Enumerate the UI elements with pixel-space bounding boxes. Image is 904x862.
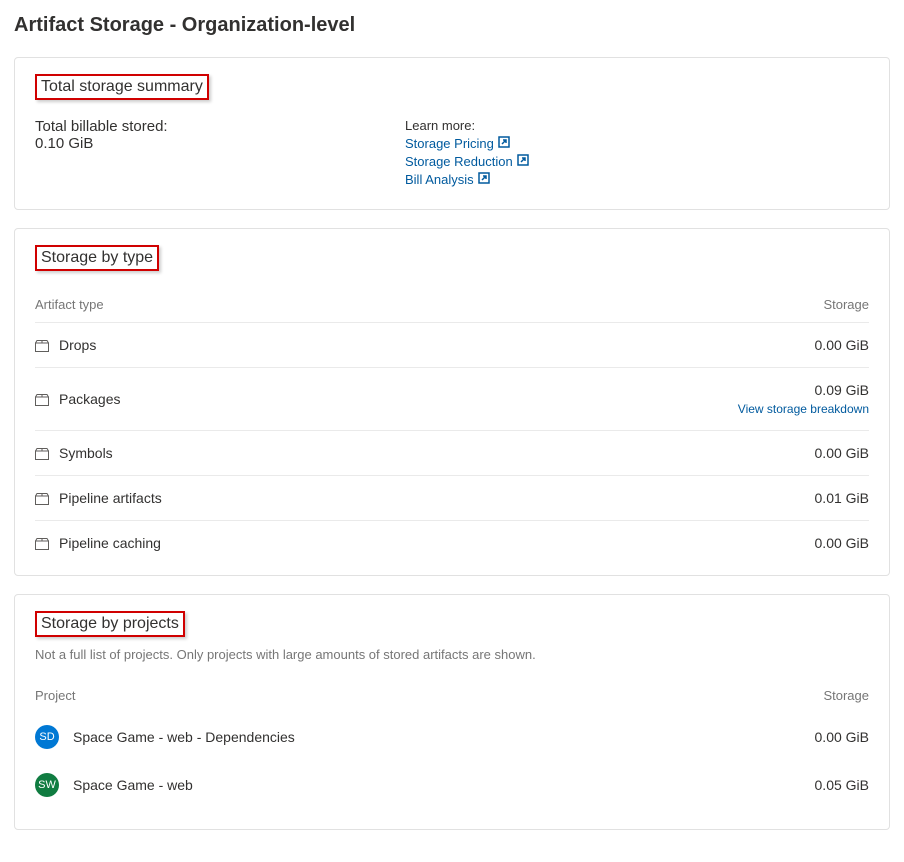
- package-icon: [35, 339, 49, 351]
- learn-more-label: Learn more:: [405, 118, 529, 133]
- storage-reduction-link[interactable]: Storage Reduction: [405, 154, 529, 169]
- external-link-icon: [498, 136, 510, 151]
- type-row: Packages0.09 GiB View storage breakdown: [35, 367, 869, 430]
- project-value: 0.05 GiB: [815, 777, 869, 793]
- package-icon: [35, 537, 49, 549]
- view-breakdown-link[interactable]: View storage breakdown: [738, 402, 869, 416]
- type-row-value: 0.00 GiB: [815, 337, 869, 353]
- project-avatar: SD: [35, 725, 59, 749]
- summary-title: Total storage summary: [35, 74, 209, 100]
- project-name: Space Game - web - Dependencies: [73, 729, 815, 745]
- projects-note: Not a full list of projects. Only projec…: [35, 647, 869, 662]
- project-row: SW Space Game - web0.05 GiB: [35, 761, 869, 809]
- type-row-value: 0.00 GiB: [815, 535, 869, 551]
- type-row-name: Pipeline caching: [59, 535, 815, 551]
- type-row: Pipeline caching0.00 GiB: [35, 520, 869, 555]
- link-text: Bill Analysis: [405, 172, 474, 187]
- col-artifact-type: Artifact type: [35, 297, 104, 312]
- by-type-title: Storage by type: [35, 245, 159, 271]
- project-row: SD Space Game - web - Dependencies0.00 Gi…: [35, 713, 869, 761]
- project-avatar: SW: [35, 773, 59, 797]
- type-row-value: 0.00 GiB: [815, 445, 869, 461]
- billable-value: 0.10 GiB: [35, 135, 405, 152]
- summary-card: Total storage summary Total billable sto…: [14, 57, 890, 210]
- storage-pricing-link[interactable]: Storage Pricing: [405, 136, 510, 151]
- package-icon: [35, 393, 49, 405]
- by-projects-title: Storage by projects: [35, 611, 185, 637]
- type-row-value: 0.09 GiB: [738, 382, 869, 398]
- billable-label: Total billable stored:: [35, 118, 405, 135]
- bill-analysis-link[interactable]: Bill Analysis: [405, 172, 490, 187]
- type-row-value: 0.01 GiB: [815, 490, 869, 506]
- by-type-card: Storage by type Artifact type Storage Dr…: [14, 228, 890, 576]
- type-row-name: Symbols: [59, 445, 815, 461]
- type-row-name: Drops: [59, 337, 815, 353]
- type-row: Drops0.00 GiB: [35, 322, 869, 367]
- package-icon: [35, 492, 49, 504]
- external-link-icon: [478, 172, 490, 187]
- type-row: Symbols0.00 GiB: [35, 430, 869, 475]
- link-text: Storage Reduction: [405, 154, 513, 169]
- link-text: Storage Pricing: [405, 136, 494, 151]
- col-project: Project: [35, 688, 75, 703]
- project-name: Space Game - web: [73, 777, 815, 793]
- type-row: Pipeline artifacts0.01 GiB: [35, 475, 869, 520]
- external-link-icon: [517, 154, 529, 169]
- col-storage: Storage: [823, 297, 869, 312]
- type-row-name: Pipeline artifacts: [59, 490, 815, 506]
- by-projects-card: Storage by projects Not a full list of p…: [14, 594, 890, 830]
- col-storage: Storage: [823, 688, 869, 703]
- type-row-name: Packages: [59, 391, 738, 407]
- page-title: Artifact Storage - Organization-level: [14, 14, 890, 37]
- project-value: 0.00 GiB: [815, 729, 869, 745]
- package-icon: [35, 447, 49, 459]
